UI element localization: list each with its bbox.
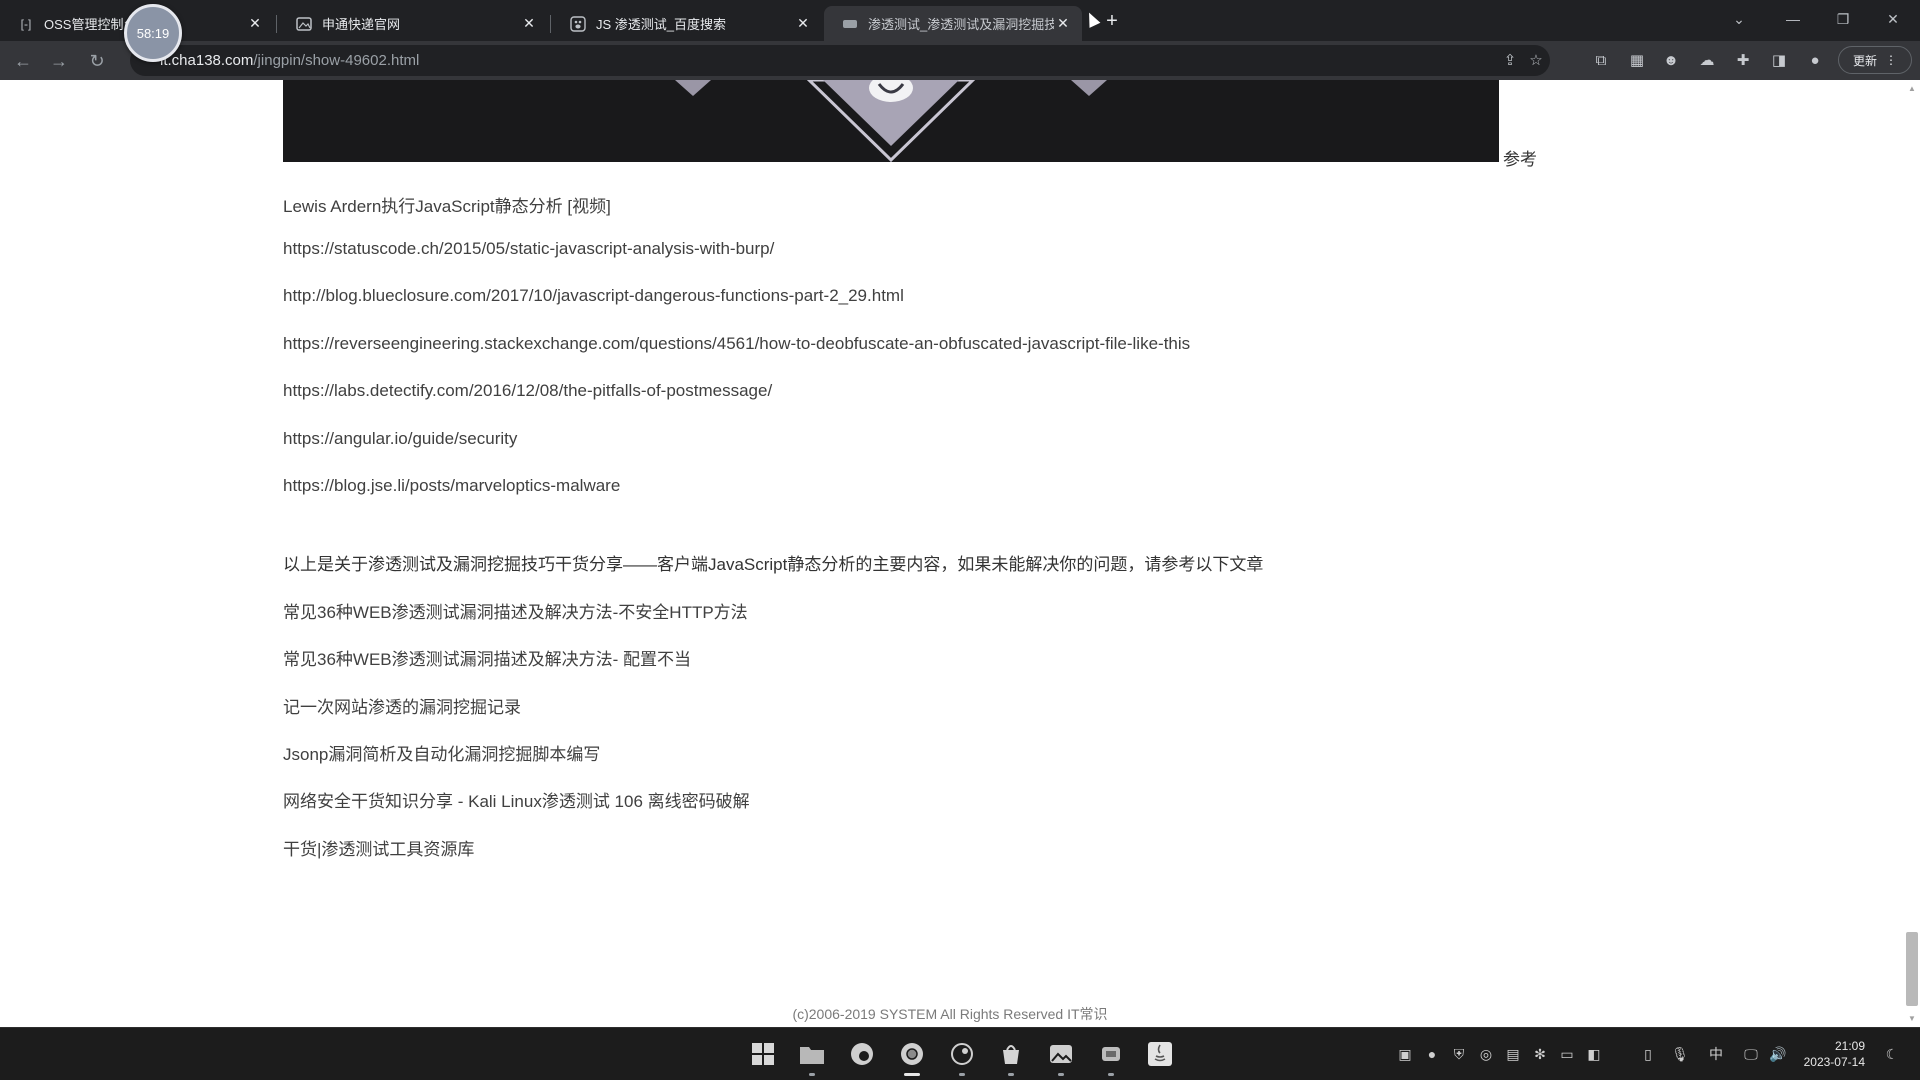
app-icon[interactable] bbox=[1095, 1038, 1127, 1076]
reference-link[interactable]: Lewis Ardern执行JavaScript静态分析 [视频] bbox=[283, 192, 611, 217]
file-explorer-icon[interactable] bbox=[796, 1038, 828, 1076]
reference-link[interactable]: https://statuscode.ch/2015/05/static-jav… bbox=[283, 239, 774, 259]
new-tab-button[interactable]: + bbox=[1100, 9, 1124, 33]
running-indicator bbox=[1008, 1073, 1014, 1076]
running-indicator bbox=[904, 1073, 920, 1076]
back-button[interactable]: ← bbox=[10, 48, 36, 74]
page-scrollbar[interactable]: ▲ ▼ bbox=[1904, 80, 1920, 1027]
running-indicator bbox=[1058, 1073, 1064, 1076]
scrollbar-thumb[interactable] bbox=[1906, 932, 1918, 1006]
tray-capture-icon[interactable]: ◎ bbox=[1476, 1044, 1496, 1064]
tab-pentest-article[interactable]: 渗透测试_渗透测试及漏洞挖掘技 ✕ bbox=[824, 6, 1082, 41]
tray-app-icon[interactable]: ▣ bbox=[1395, 1044, 1415, 1064]
microphone-icon[interactable]: 🎙 bbox=[1670, 1044, 1690, 1064]
close-icon[interactable]: ✕ bbox=[246, 15, 264, 32]
related-article-link[interactable]: 常见36种WEB渗透测试漏洞描述及解决方法- 配置不当 bbox=[283, 645, 691, 670]
reference-link[interactable]: http://blog.blueclosure.com/2017/10/java… bbox=[283, 286, 904, 306]
tray-display-icon[interactable]: ▭ bbox=[1557, 1044, 1577, 1064]
tab-sto-express[interactable]: 申通快递官网 ✕ bbox=[278, 6, 548, 41]
tab-title: JS 渗透测试_百度搜索 bbox=[596, 17, 727, 32]
forward-button[interactable]: → bbox=[46, 48, 72, 74]
reference-link[interactable]: https://labs.detectify.com/2016/12/08/th… bbox=[283, 381, 772, 401]
tray-clipboard-icon[interactable]: ▤ bbox=[1503, 1044, 1523, 1064]
tab-search-chevron-icon[interactable]: ⌄ bbox=[1716, 6, 1762, 32]
clock-date: 2023-07-14 bbox=[1803, 1055, 1865, 1069]
taskbar-clock[interactable]: 21:09 2023-07-14 bbox=[1795, 1038, 1865, 1070]
running-indicator bbox=[1108, 1073, 1114, 1076]
tray-settings-icon[interactable]: ✻ bbox=[1530, 1044, 1550, 1064]
close-icon[interactable]: ✕ bbox=[1054, 15, 1072, 32]
browser-toolbar: ← → ↻ it.cha138.com/jingpin/show-49602.h… bbox=[0, 41, 1920, 80]
qr-extension-icon[interactable]: ▦ bbox=[1626, 50, 1648, 72]
bookmark-star-icon[interactable]: ☆ bbox=[1526, 51, 1546, 71]
tab-title: 渗透测试_渗透测试及漏洞挖掘技 bbox=[868, 17, 1054, 32]
windows-start-icon[interactable] bbox=[747, 1038, 779, 1070]
mouse-cursor-icon bbox=[1083, 10, 1101, 28]
site-icon bbox=[842, 16, 858, 32]
share-icon[interactable]: ⇪ bbox=[1500, 51, 1520, 71]
url-host: it.cha138.com bbox=[160, 52, 254, 69]
page-viewport: 参考 Lewis Ardern执行JavaScript静态分析 [视频] htt… bbox=[0, 80, 1920, 1027]
tray-chat-icon[interactable]: ● bbox=[1422, 1044, 1442, 1064]
article-summary-text: 以上是关于渗透测试及漏洞挖掘技巧干货分享——客户端JavaScript静态分析的… bbox=[283, 555, 1264, 574]
ime-indicator[interactable]: 中 bbox=[1706, 1044, 1726, 1064]
translate-extension-icon[interactable]: ⧉ bbox=[1590, 50, 1612, 72]
close-icon[interactable]: ✕ bbox=[520, 15, 538, 32]
steam-icon[interactable] bbox=[946, 1038, 978, 1076]
tab-separator bbox=[276, 15, 277, 33]
cloud-extension-icon[interactable]: ☁ bbox=[1696, 50, 1718, 72]
url-path: /jingpin/show-49602.html bbox=[253, 52, 420, 69]
reference-heading: 参考 bbox=[1503, 150, 1537, 169]
minimize-button[interactable]: — bbox=[1770, 6, 1816, 32]
reload-button[interactable]: ↻ bbox=[84, 48, 110, 74]
related-article-link[interactable]: 记一次网站渗透的漏洞挖掘记录 bbox=[283, 693, 521, 718]
side-panel-icon[interactable]: ◨ bbox=[1768, 50, 1790, 72]
related-article-link[interactable]: 常见36种WEB渗透测试漏洞描述及解决方法-不安全HTTP方法 bbox=[283, 598, 748, 623]
clock-time: 21:09 bbox=[1834, 1039, 1865, 1053]
scroll-up-arrow-icon[interactable]: ▲ bbox=[1904, 82, 1920, 96]
puzzle-extensions-icon[interactable]: ✚ bbox=[1732, 50, 1754, 72]
volume-icon[interactable]: 🔊 bbox=[1768, 1044, 1788, 1064]
address-url[interactable]: it.cha138.com/jingpin/show-49602.html bbox=[160, 52, 419, 69]
windows-taskbar: ▣ ● ⛨ ◎ ▤ ✻ ▭ ◧ ▯ 🎙 中 🖵 🔊 21:09 2023-07-… bbox=[0, 1027, 1920, 1080]
network-icon[interactable]: 🖵 bbox=[1741, 1044, 1761, 1064]
article-banner-image bbox=[283, 80, 1499, 162]
update-label: 更新 bbox=[1852, 53, 1877, 68]
related-article-link[interactable]: 干货|渗透测试工具资源库 bbox=[283, 835, 474, 860]
tab-baidu-search[interactable]: JS 渗透测试_百度搜索 ✕ bbox=[552, 6, 822, 41]
running-indicator bbox=[959, 1073, 965, 1076]
store-icon[interactable] bbox=[995, 1038, 1027, 1076]
notification-moon-icon[interactable]: ☾ bbox=[1882, 1044, 1902, 1064]
baidu-paw-icon bbox=[570, 15, 586, 32]
tab-separator bbox=[550, 15, 551, 33]
bracket-icon: [-] bbox=[20, 16, 32, 31]
related-article-link[interactable]: 网络安全干货知识分享 - Kali Linux渗透测试 106 离线密码破解 bbox=[283, 787, 750, 812]
browser-tab-strip: [-] OSS管理控制台 ✕ 申通快递官网 ✕ JS 渗透测试_百度搜索 ✕ 渗… bbox=[0, 0, 1920, 41]
more-menu-icon: ⋮ bbox=[1885, 53, 1897, 67]
reference-link[interactable]: https://angular.io/guide/security bbox=[283, 429, 517, 449]
profile-icon[interactable]: ● bbox=[1804, 50, 1826, 72]
restore-button[interactable]: ❐ bbox=[1820, 6, 1866, 32]
update-button[interactable]: 更新 ⋮ bbox=[1838, 46, 1912, 74]
photos-icon[interactable] bbox=[1045, 1038, 1077, 1076]
edge-icon[interactable] bbox=[846, 1038, 878, 1070]
reference-link[interactable]: https://reverseengineering.stackexchange… bbox=[283, 334, 1190, 354]
recording-timer-badge: 58:19 bbox=[124, 4, 182, 62]
reference-link[interactable]: https://blog.jse.li/posts/marveloptics-m… bbox=[283, 476, 620, 496]
image-icon bbox=[296, 16, 312, 32]
panda-extension-icon[interactable]: ☻ bbox=[1660, 50, 1682, 72]
tab-title: 申通快递官网 bbox=[322, 17, 401, 32]
tray-shield-icon[interactable]: ⛨ bbox=[1449, 1044, 1469, 1064]
usb-device-icon[interactable]: ▯ bbox=[1638, 1044, 1658, 1064]
running-indicator bbox=[809, 1073, 815, 1076]
java-icon[interactable] bbox=[1144, 1038, 1176, 1070]
page-footer-copyright: (c)2006-2019 SYSTEM All Rights Reserved … bbox=[792, 1006, 1108, 1022]
scroll-down-arrow-icon[interactable]: ▼ bbox=[1904, 1012, 1920, 1026]
chrome-icon[interactable] bbox=[896, 1038, 928, 1076]
close-icon[interactable]: ✕ bbox=[794, 15, 812, 32]
related-article-link[interactable]: Jsonp漏洞简析及自动化漏洞挖掘脚本编写 bbox=[283, 740, 600, 765]
tray-window-icon[interactable]: ◧ bbox=[1584, 1044, 1604, 1064]
address-bar[interactable]: it.cha138.com/jingpin/show-49602.html ⇪ … bbox=[130, 45, 1550, 76]
close-window-button[interactable]: ✕ bbox=[1870, 6, 1916, 32]
